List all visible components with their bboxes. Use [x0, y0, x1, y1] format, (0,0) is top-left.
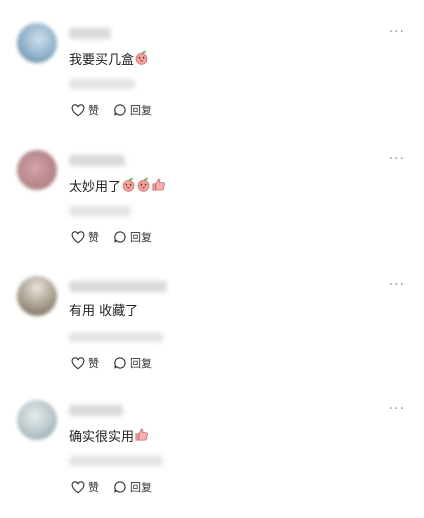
comment-actions: 赞 回复	[71, 102, 166, 118]
peach-emoji	[121, 177, 136, 198]
thumbs-up-emoji	[151, 177, 166, 198]
comment-bubble-icon	[114, 481, 126, 493]
heart-icon	[71, 230, 85, 243]
like-button[interactable]: 赞	[71, 479, 99, 495]
avatar[interactable]	[17, 23, 57, 63]
comment-text-content: 我要买几盒	[69, 52, 135, 68]
reply-label: 回复	[130, 481, 152, 494]
reply-label: 回复	[130, 357, 152, 370]
reply-label: 回复	[130, 231, 152, 244]
comment-text: 我要买几盒	[69, 50, 149, 71]
comment-actions: 赞 回复	[71, 229, 166, 245]
reply-button[interactable]: 回复	[113, 355, 152, 371]
like-button[interactable]: 赞	[71, 355, 99, 371]
thumbs-up-emoji	[134, 427, 149, 448]
peach-emoji	[134, 50, 149, 71]
username-blurred[interactable]	[69, 155, 125, 166]
reply-button[interactable]: 回复	[113, 102, 152, 118]
comment-item: ··· 确实很实用 赞 回复	[0, 400, 424, 518]
peach-emoji	[136, 177, 151, 198]
heart-icon	[71, 103, 85, 116]
timestamp-blurred	[69, 332, 163, 342]
avatar[interactable]	[17, 150, 57, 190]
more-options-icon[interactable]: ···	[389, 25, 405, 39]
comment-item: ··· 太妙用了 赞 回复	[0, 150, 424, 268]
comment-text-content: 有用 收藏了	[69, 304, 139, 319]
more-options-icon[interactable]: ···	[389, 278, 405, 292]
reply-button[interactable]: 回复	[113, 479, 152, 495]
comment-text-content: 确实很实用	[69, 429, 135, 445]
more-options-icon[interactable]: ···	[389, 402, 405, 416]
timestamp-blurred	[69, 79, 135, 89]
comment-text: 太妙用了	[69, 177, 166, 198]
timestamp-blurred	[69, 206, 131, 216]
like-button[interactable]: 赞	[71, 102, 99, 118]
heart-icon	[71, 480, 85, 493]
comment-bubble-icon	[114, 357, 126, 369]
comment-text-content: 太妙用了	[69, 179, 122, 195]
avatar[interactable]	[17, 276, 57, 316]
comment-bubble-icon	[114, 231, 126, 243]
comment-text: 有用 收藏了	[69, 303, 138, 321]
like-label: 赞	[88, 231, 99, 244]
comment-actions: 赞 回复	[71, 355, 166, 371]
timestamp-blurred	[69, 456, 163, 466]
avatar[interactable]	[17, 400, 57, 440]
comment-text: 确实很实用	[69, 427, 149, 448]
comment-item: ··· 有用 收藏了 赞 回复	[0, 276, 424, 394]
comment-bubble-icon	[114, 104, 126, 116]
like-label: 赞	[88, 104, 99, 117]
username-blurred[interactable]	[69, 28, 111, 39]
like-button[interactable]: 赞	[71, 229, 99, 245]
username-blurred[interactable]	[69, 281, 167, 292]
heart-icon	[71, 356, 85, 369]
comment-item: ··· 我要买几盒 赞 回复	[0, 23, 424, 141]
comment-actions: 赞 回复	[71, 479, 166, 495]
username-blurred[interactable]	[69, 405, 123, 416]
like-label: 赞	[88, 481, 99, 494]
more-options-icon[interactable]: ···	[389, 152, 405, 166]
reply-label: 回复	[130, 104, 152, 117]
reply-button[interactable]: 回复	[113, 229, 152, 245]
like-label: 赞	[88, 357, 99, 370]
